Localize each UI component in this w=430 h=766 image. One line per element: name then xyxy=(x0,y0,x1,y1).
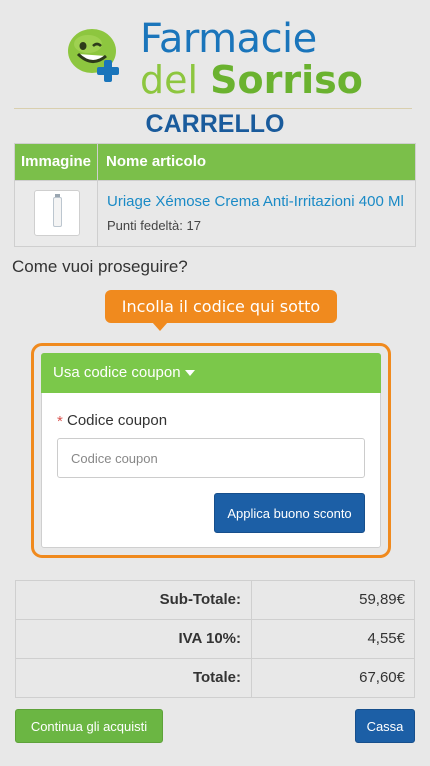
apply-coupon-button[interactable]: Applica buono sconto xyxy=(214,493,365,533)
hint-callout-arrow xyxy=(152,322,168,331)
vat-label: IVA 10%: xyxy=(15,619,252,659)
coupon-toggle[interactable]: Usa codice coupon xyxy=(41,353,381,393)
loyalty-points: Punti fedeltà: 17 xyxy=(107,218,201,233)
cart-item-image-cell xyxy=(14,181,98,247)
brand-name-sorriso: Sorriso xyxy=(210,58,363,102)
coupon-code-input[interactable] xyxy=(57,438,365,478)
hint-callout: Incolla il codice qui sotto xyxy=(105,290,337,323)
brand-logo[interactable]: Farmacie del Sorriso xyxy=(62,12,382,102)
caret-down-icon xyxy=(184,370,195,377)
total-label: Totale: xyxy=(15,658,252,698)
column-header-image: Immagine xyxy=(14,143,98,181)
continue-shopping-button[interactable]: Continua gli acquisti xyxy=(15,709,163,743)
product-link[interactable]: Uriage Xémose Crema Anti-Irritazioni 400… xyxy=(107,193,404,210)
subtotal-label: Sub-Totale: xyxy=(15,580,252,620)
coupon-toggle-label: Usa codice coupon xyxy=(53,364,181,381)
smiley-plus-icon xyxy=(68,29,119,82)
checkout-button[interactable]: Cassa xyxy=(355,709,415,743)
brand-name-line1: Farmacie xyxy=(140,16,317,62)
totals-row-total: Totale: 67,60€ xyxy=(15,658,415,698)
subtotal-value: 59,89€ xyxy=(252,580,415,620)
vat-value: 4,55€ xyxy=(252,619,415,659)
required-marker: * xyxy=(57,413,63,430)
brand-name-line2: del Sorriso xyxy=(140,58,363,102)
coupon-field-label: Codice coupon xyxy=(67,412,168,429)
totals-row-vat: IVA 10%: 4,55€ xyxy=(15,619,415,659)
header-divider xyxy=(14,108,412,109)
page-title: CARRELLO xyxy=(145,110,285,138)
product-thumbnail[interactable] xyxy=(34,190,80,236)
product-tube-body xyxy=(53,197,62,227)
total-value: 67,60€ xyxy=(252,658,415,698)
cart-item-name-cell: Uriage Xémose Crema Anti-Irritazioni 400… xyxy=(98,181,416,247)
brand-name-del: del xyxy=(140,58,199,102)
column-header-name: Nome articolo xyxy=(98,143,416,181)
proceed-question: Come vuoi proseguire? xyxy=(12,257,188,276)
totals-row-subtotal: Sub-Totale: 59,89€ xyxy=(15,580,415,620)
